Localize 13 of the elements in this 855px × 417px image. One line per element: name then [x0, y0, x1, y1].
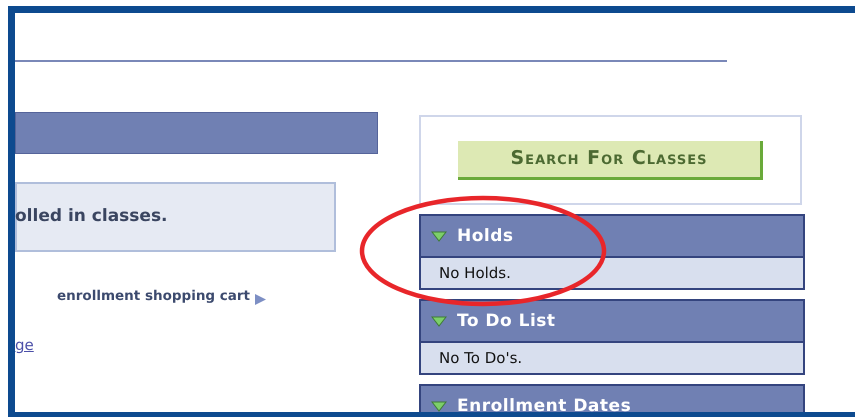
panel-title[interactable]: Enrollment Dates: [457, 394, 632, 412]
triangle-icon[interactable]: [431, 401, 447, 412]
triangle-icon[interactable]: [431, 231, 447, 243]
panel-body-text: No Holds.: [439, 262, 511, 284]
search-for-classes-button[interactable]: Search For Classes: [458, 140, 763, 180]
link-text[interactable]: ge: [15, 334, 34, 357]
shopping-cart-link[interactable]: enrollment shopping cart: [57, 286, 250, 306]
arrow-icon: [254, 292, 268, 306]
triangle-icon[interactable]: [431, 316, 447, 328]
message-text: olled in classes.: [15, 205, 168, 228]
panel-body-text: No To Do's.: [439, 348, 522, 369]
panel-title[interactable]: To Do List: [457, 309, 556, 335]
panel-title[interactable]: Holds: [457, 224, 514, 250]
